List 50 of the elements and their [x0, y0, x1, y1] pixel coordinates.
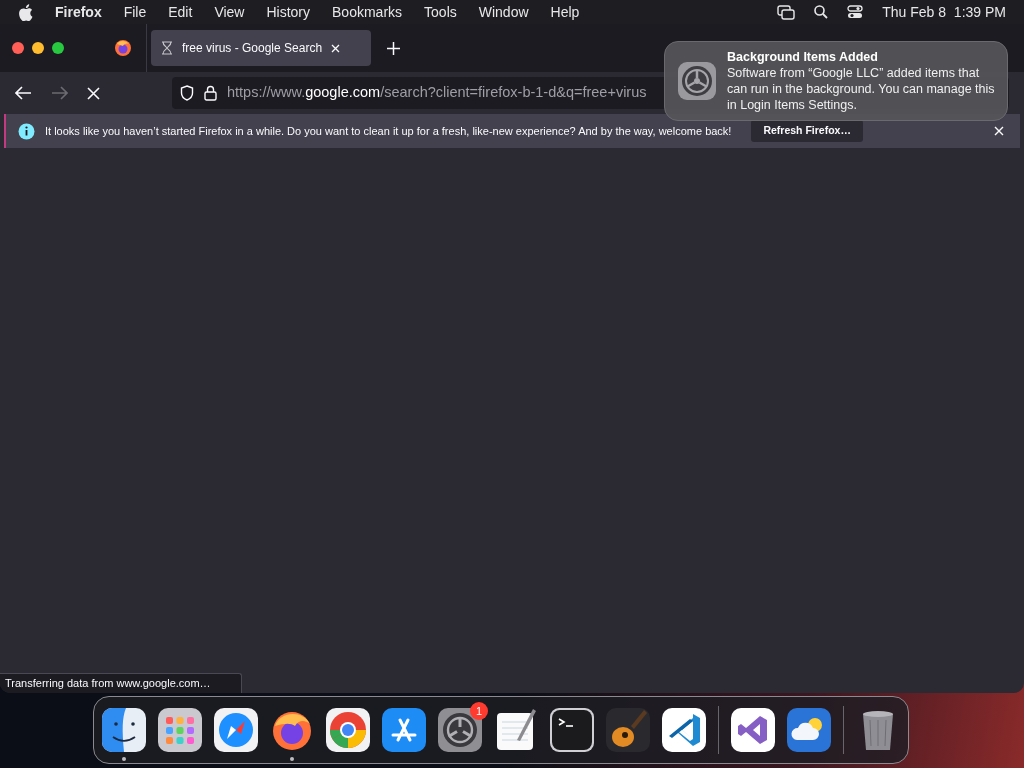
stop-icon[interactable]	[87, 86, 100, 100]
browser-tab[interactable]: free virus - Google Search	[151, 30, 371, 66]
menu-item[interactable]: File	[123, 1, 147, 23]
close-window-button[interactable]	[12, 42, 24, 54]
status-text: Transferring data from www.google.com…	[0, 673, 242, 693]
shield-icon[interactable]	[180, 85, 194, 101]
menu-item[interactable]: Window	[478, 1, 529, 23]
menu-item[interactable]: Help	[550, 1, 580, 23]
notification-badge: 1	[470, 702, 488, 720]
lock-icon	[204, 85, 217, 101]
menu-item[interactable]: Tools	[424, 1, 457, 23]
zoom-window-button[interactable]	[52, 42, 64, 54]
new-tab-icon[interactable]	[387, 41, 400, 55]
gear-icon[interactable]	[438, 708, 482, 752]
guitar-icon[interactable]	[606, 708, 650, 752]
notepad-pen-icon[interactable]	[494, 708, 538, 752]
app-menu[interactable]: Firefox	[55, 1, 102, 23]
gear-icon	[678, 62, 716, 100]
info-message: It looks like you haven’t started Firefox in a while. Do you want to clean it up for a fresh, like-new experience? And by the way, welcome back!	[45, 123, 732, 139]
notification-title: Background Items Added	[727, 49, 879, 65]
back-icon[interactable]	[15, 86, 32, 100]
compass-icon[interactable]	[214, 708, 258, 752]
angle-brackets-icon[interactable]	[662, 708, 706, 752]
close-icon[interactable]	[994, 126, 1004, 136]
menu-item[interactable]: History	[266, 1, 311, 23]
url-text: https://www.google.com/search?client=firefox-b-1-d&q=free+virus	[227, 83, 647, 103]
running-indicator	[122, 757, 126, 761]
menu-item[interactable]: Edit	[168, 1, 193, 23]
firefox-view-icon[interactable]	[114, 39, 132, 57]
letter-a-tools-icon[interactable]	[382, 708, 426, 752]
apple-icon[interactable]	[18, 3, 33, 21]
menu-bar-clock[interactable]: Thu Feb 8 1:39 PM	[882, 1, 1006, 23]
search-icon[interactable]	[814, 5, 829, 19]
menu-item[interactable]: View	[214, 1, 245, 23]
info-icon	[18, 122, 35, 140]
running-indicator	[290, 757, 294, 761]
app-grid-icon[interactable]	[158, 708, 202, 752]
terminal-icon[interactable]	[550, 708, 594, 752]
notification-card[interactable]: Background Items Added Software from “Google LLC” added items that can run in the background. You can manage this in Login Items Settings.	[664, 41, 1008, 121]
minimize-window-button[interactable]	[32, 42, 44, 54]
menu-item[interactable]: Bookmarks	[332, 1, 403, 23]
screen-mirroring-icon[interactable]	[777, 4, 796, 20]
finder-face-icon[interactable]	[102, 708, 146, 752]
control-center-icon[interactable]	[847, 5, 864, 19]
infinity-ribbon-icon[interactable]	[731, 708, 775, 752]
cloud-sun-icon[interactable]	[787, 708, 831, 752]
hourglass-icon	[161, 41, 173, 55]
dock-app[interactable]: 1	[431, 701, 489, 762]
refresh-firefox-button[interactable]: Refresh Firefox…	[751, 120, 863, 142]
close-tab-icon[interactable]	[331, 43, 341, 53]
